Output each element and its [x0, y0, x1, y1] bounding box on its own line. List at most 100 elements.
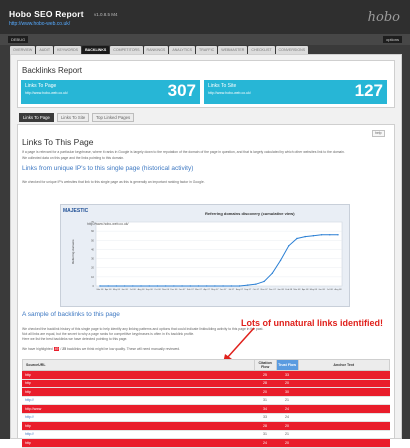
data-point [189, 285, 191, 287]
tab-rankings[interactable]: RANKINGS [143, 46, 169, 54]
report-title: Backlinks Report [22, 66, 83, 75]
x-tick-label: Feb 08 [285, 289, 293, 291]
col-source-url[interactable]: SourceURL [23, 360, 254, 370]
table-row: http:// 31 21 [22, 396, 390, 405]
tab-competitors[interactable]: COMPETITORS [110, 46, 143, 54]
chart-svg: 010203040506070 Mar 06 Apr 06 May 06 Jun 06… [71, 220, 343, 291]
highlight-count: 49 [53, 347, 60, 351]
stat-links-to-site: Links To Site http://www.hobo-web.co.uk/… [204, 80, 387, 104]
options-button[interactable]: options [383, 36, 402, 43]
tab-audit[interactable]: AUDIT [36, 46, 54, 54]
tab-conversions[interactable]: CONVERSIONS [275, 46, 309, 54]
source-url-cell[interactable]: http [22, 422, 254, 430]
citation-flow-cell: 28 [263, 423, 267, 428]
hobo-logo: hobo [367, 10, 400, 25]
source-url-cell[interactable]: http [22, 371, 254, 379]
table-header: SourceURL Citation Flow Trust Flow Ancho… [22, 359, 390, 371]
citation-flow-cell: 24 [263, 440, 267, 445]
data-point [173, 285, 175, 287]
source-url-cell[interactable]: http [22, 380, 254, 388]
data-point [181, 285, 183, 287]
data-point [164, 285, 167, 287]
source-url-cell[interactable]: http://www [22, 405, 254, 413]
x-tick-label: Jun 06 [121, 289, 128, 291]
data-point [312, 235, 315, 237]
data-point [329, 234, 331, 236]
trust-flow-cell: 21 [285, 398, 289, 403]
app-version: v1.0.8.5 M4 [94, 12, 118, 17]
table-row: http 28 20 [22, 422, 390, 431]
x-tick-label: Aug 06 [138, 288, 146, 291]
table-row: http 24 20 [22, 439, 390, 448]
stat-url: http://www.hobo-web.co.uk/ [208, 91, 251, 95]
col-citation-flow[interactable]: Citation Flow [253, 360, 276, 370]
x-tick-label: Jan 08 [277, 289, 284, 291]
source-url-cell[interactable]: http:// [22, 397, 254, 405]
data-point [255, 283, 257, 285]
sample-text-3: Here we list the best backlinks we have … [22, 337, 128, 341]
data-point [148, 285, 150, 287]
x-tick-label: Jun 07 [220, 289, 227, 291]
x-tick-label: Jun 08 [318, 289, 325, 291]
x-tick-label: Apr 08 [302, 288, 309, 291]
page-title: Links To This Page [22, 137, 94, 147]
subtab-links-to-site[interactable]: Links To Site [57, 113, 90, 122]
col-trust-flow[interactable]: Trust Flow [275, 360, 298, 370]
anchor-text-cell [298, 397, 390, 405]
tab-backlinks[interactable]: BACKLINKS [82, 46, 110, 54]
stat-label: Links To Site [208, 83, 237, 89]
table-row: http 20 30 [22, 388, 390, 397]
tab-keywords[interactable]: KEYWORDS [54, 46, 82, 54]
citation-flow-cell: 28 [263, 381, 267, 386]
data-point [197, 285, 200, 287]
nav-bar [0, 34, 410, 45]
tab-traffic[interactable]: TRAFFIC [196, 46, 218, 54]
x-tick-label: Jul 06 [130, 289, 137, 291]
y-tick-label: 30 [91, 257, 94, 261]
trust-flow-cell: 20 [285, 423, 289, 428]
tab-overview[interactable]: OVERVIEW [10, 46, 36, 54]
highlight-text: We have highlighted 49 / 25 backlinks we… [22, 347, 382, 352]
sample-text-2: Not all links are equal, but the secret … [22, 332, 195, 336]
data-point [320, 234, 323, 236]
intro-text: If a page is relevant for a particular k… [22, 150, 345, 154]
stat-value: 307 [167, 81, 196, 100]
y-tick-label: 20 [91, 266, 94, 270]
x-tick-label: Nov 07 [261, 289, 269, 291]
main-tabs: OVERVIEW AUDIT KEYWORDS BACKLINKS COMPET… [10, 46, 402, 54]
trust-flow-cell: 33 [285, 372, 289, 377]
x-tick-label: Apr 06 [105, 288, 112, 291]
debug-button[interactable]: DEBUG [8, 36, 29, 43]
tab-analytics[interactable]: ANALYTICS [169, 46, 196, 54]
x-tick-label: Apr 07 [203, 288, 210, 291]
x-tick-label: Mar 08 [294, 288, 302, 291]
tab-checklist[interactable]: CHECKLIST [248, 46, 275, 54]
annotation-text: Lots of unnatural links identified! [241, 318, 384, 328]
data-point [115, 285, 118, 287]
data-point [288, 245, 290, 247]
source-url-cell[interactable]: http:// [22, 431, 254, 439]
data-point [247, 284, 249, 286]
source-url-cell[interactable]: http [22, 388, 254, 396]
data-point [123, 285, 126, 287]
stat-value: 127 [354, 81, 383, 100]
source-url-cell[interactable]: http [22, 439, 254, 447]
intro-text-2: We collected data on this page and the l… [22, 156, 125, 160]
app-url-link[interactable]: http://www.hobo-web.co.uk/ [9, 21, 70, 27]
x-tick-label: Sep 06 [146, 289, 154, 291]
subtab-links-to-page[interactable]: Links To Page [19, 113, 54, 122]
data-point [140, 285, 142, 287]
help-button[interactable]: help [372, 130, 385, 137]
citation-flow-cell: 34 [263, 406, 267, 411]
col-anchor-text[interactable]: Anchor Text [297, 360, 390, 370]
backlinks-table: SourceURL Citation Flow Trust Flow Ancho… [22, 359, 390, 448]
citation-flow-cell: 25 [263, 372, 267, 377]
citation-flow-cell: 33 [263, 415, 267, 420]
source-url-cell[interactable]: http:// [22, 414, 254, 422]
subtab-top-linked-pages[interactable]: Top Linked Pages [92, 113, 135, 122]
data-point [337, 234, 339, 236]
tab-webmaster[interactable]: WEBMASTER [218, 46, 248, 54]
trust-flow-cell: 20 [285, 440, 289, 445]
citation-flow-cell: 20 [263, 389, 267, 394]
y-tick-label: 0 [93, 284, 95, 288]
